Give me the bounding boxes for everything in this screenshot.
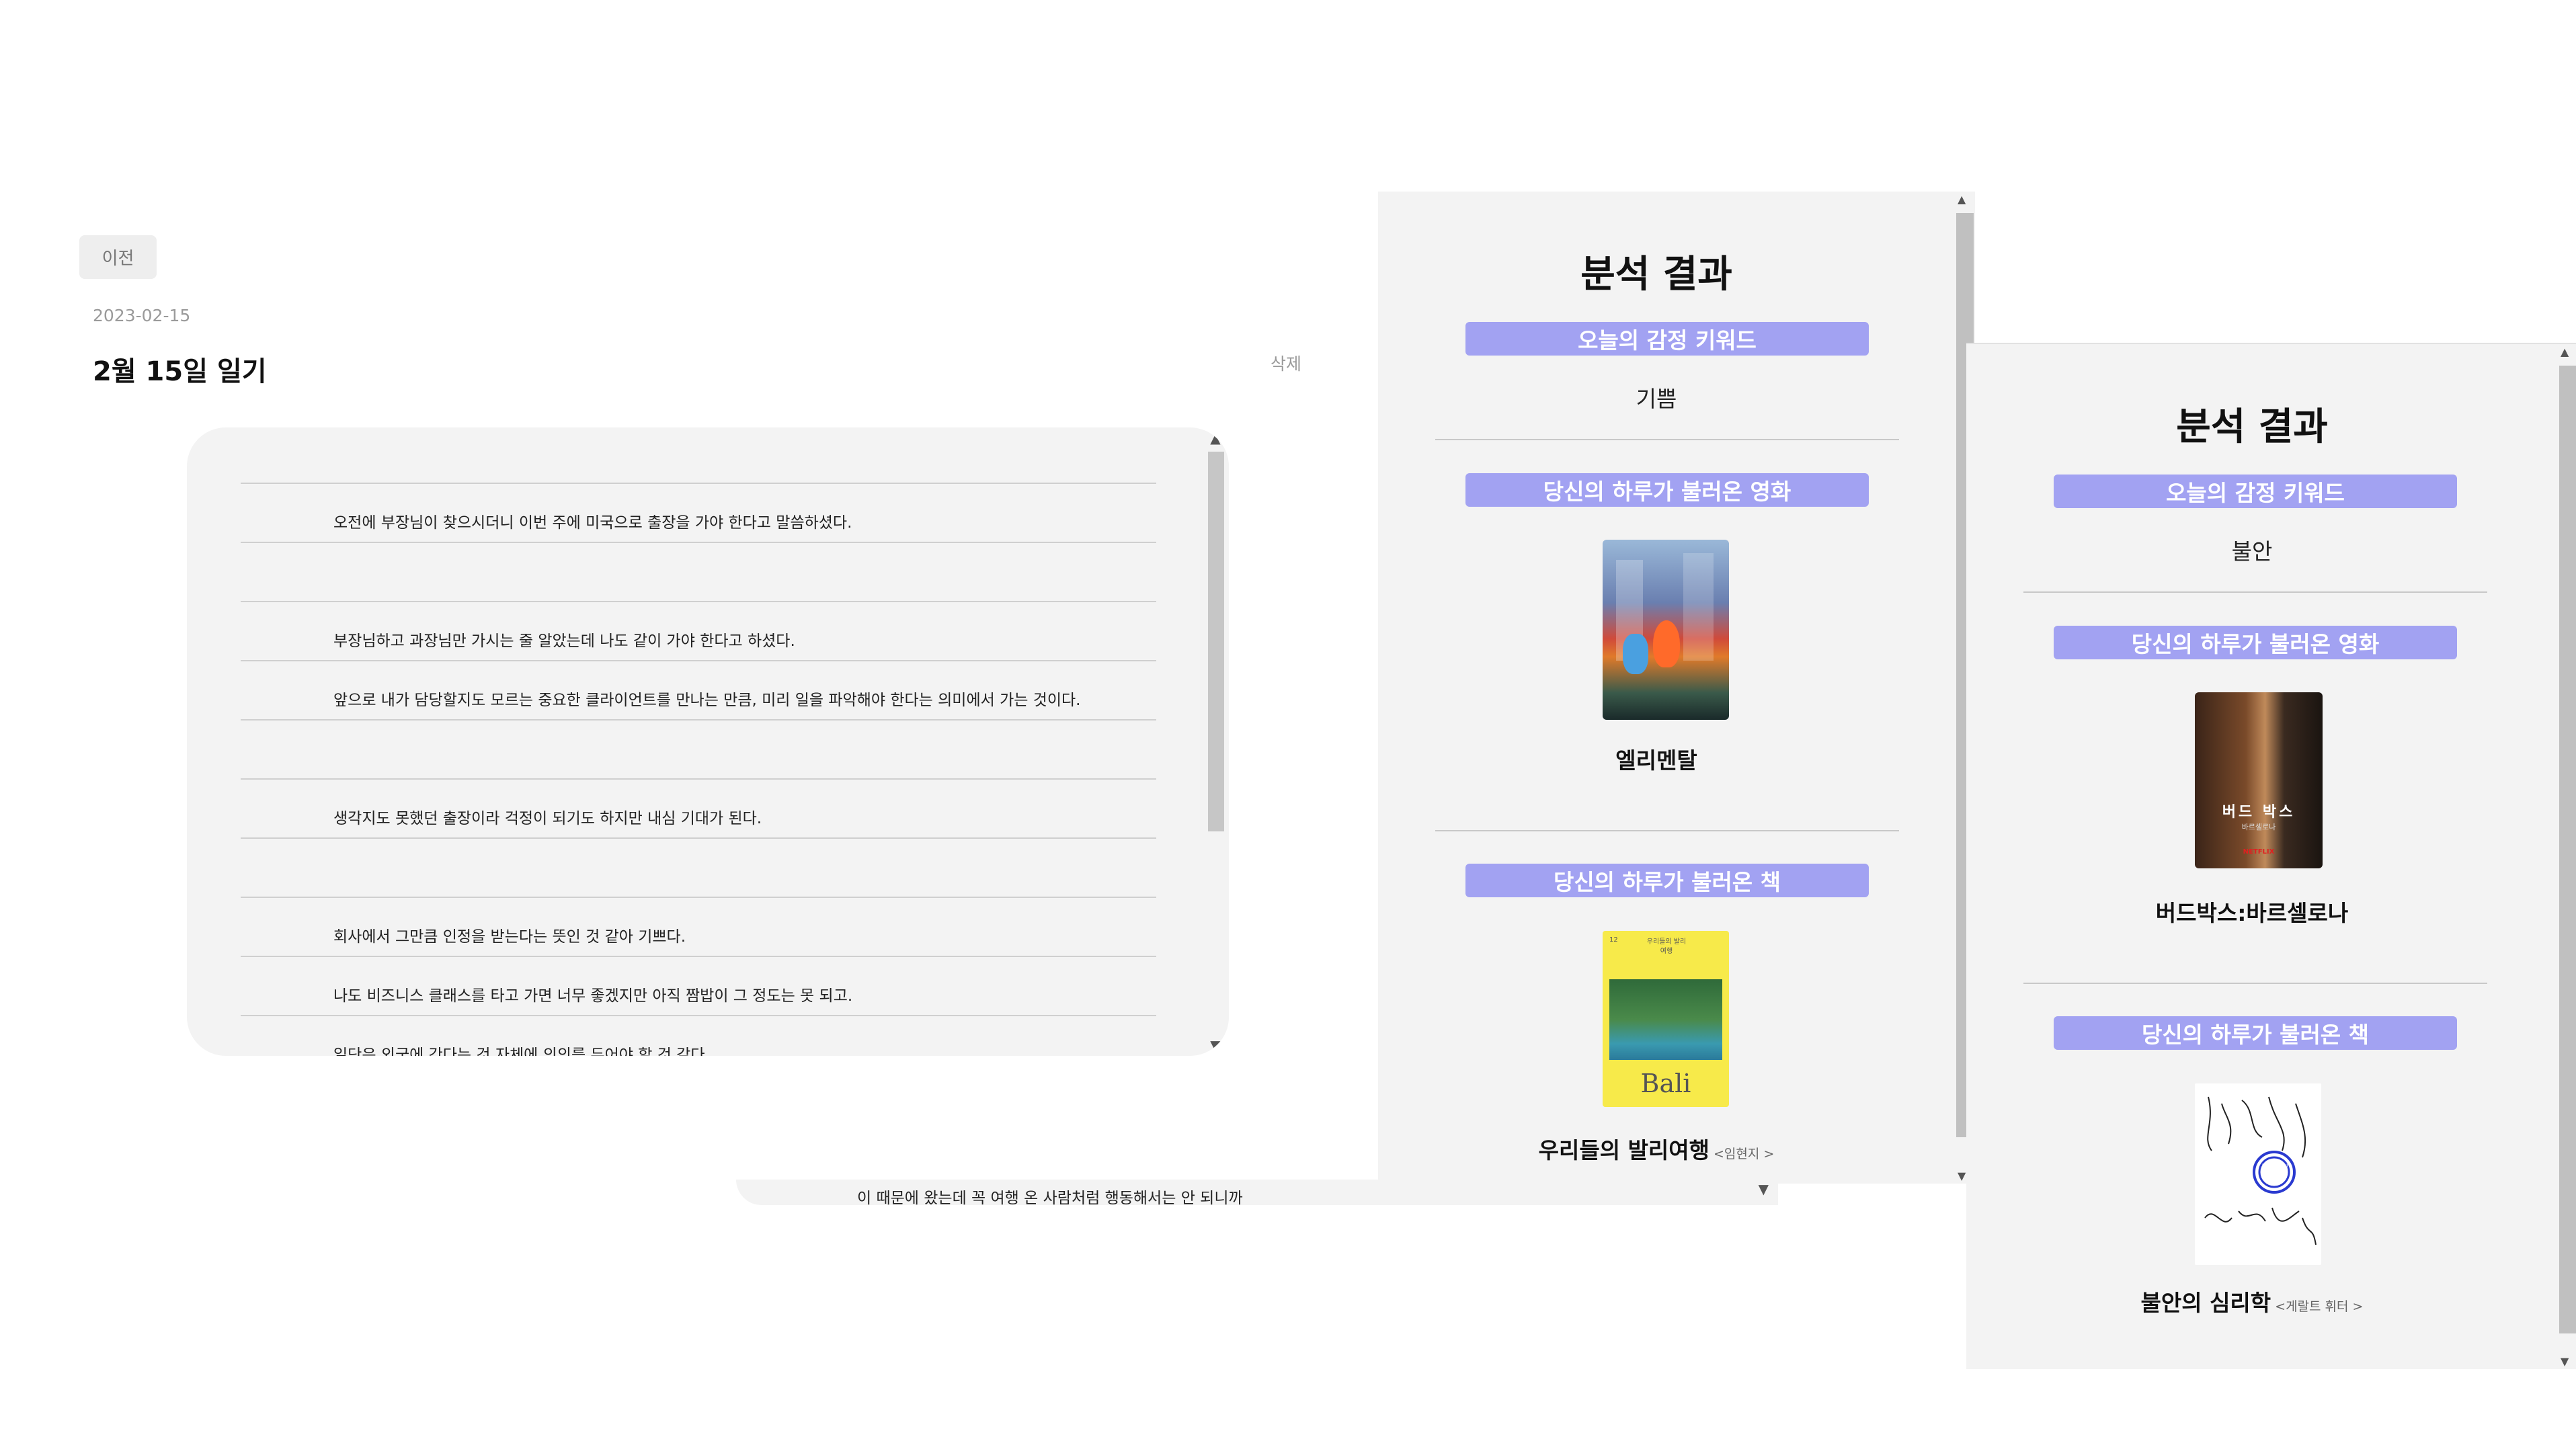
diary-line: 부장님하고 과장님만 가시는 줄 알았는데 나도 같이 가야 한다고 하셨다. [241, 601, 1156, 660]
scroll-down-arrow-icon[interactable]: ▼ [2561, 1355, 2569, 1368]
diary-line: 일단은 외국에 간다는 것 자체에 의의를 두어야 할 것 같다. [241, 1015, 1156, 1056]
prev-button[interactable]: 이전 [79, 235, 157, 279]
diary-line-text: 일단은 외국에 간다는 것 자체에 의의를 두어야 할 것 같다. [333, 1046, 710, 1056]
analysis-panel-joy: 분석 결과 오늘의 감정 키워드 기쁨 당신의 하루가 불러온 영화 엘리멘탈 … [1378, 192, 1975, 1184]
scroll-down-arrow-icon[interactable]: ▼ [1958, 1169, 1966, 1182]
emotion-keyword: 불안 [2231, 538, 2273, 565]
book-cover-bali[interactable]: 12 우리들의 발리 여행 Bali [1603, 931, 1729, 1107]
analysis-panel-anxiety: 분석 결과 오늘의 감정 키워드 불안 당신의 하루가 불러온 영화 버드 박스… [1966, 343, 2576, 1369]
movie-poster-elemental[interactable] [1603, 540, 1729, 720]
poster-fire-character [1653, 620, 1680, 667]
divider [2023, 983, 2487, 984]
diary-line [241, 542, 1156, 601]
movie-badge: 당신의 하루가 불러온 영화 [1465, 473, 1869, 507]
book-author: <게랄트 휘터 > [2275, 1299, 2364, 1314]
poster-title-text: 버드 박스 [2222, 804, 2296, 821]
diary-date: 2023-02-15 [93, 306, 191, 325]
scroll-up-arrow-icon[interactable]: ▲ [1207, 430, 1223, 446]
keyword-badge: 오늘의 감정 키워드 [2054, 475, 2457, 508]
scroll-thumb[interactable] [1208, 452, 1224, 831]
movie-title[interactable]: 버드박스:바르셀로나 [1966, 895, 2558, 928]
divider [1435, 439, 1899, 440]
diary-line-text: 앞으로 내가 담당할지도 모르는 중요한 클라이언트를 만나는 만큼, 미리 일… [333, 692, 1081, 709]
poster-building [1683, 553, 1714, 661]
diary-line-text: 회사에서 그만큼 인정을 받는다는 뜻인 것 같아 기쁘다. [333, 928, 686, 946]
panel-title: 분석 결과 [2176, 405, 2328, 449]
diary-lines: 오전에 부장님이 찾으시더니 이번 주에 미국으로 출장을 가야 한다고 말씀하… [241, 483, 1156, 1056]
diary-line: 나도 비즈니스 클래스를 타고 가면 너무 좋겠지만 아직 짬밥이 그 정도는 … [241, 956, 1156, 1015]
book-cover-title: 불안의 심리학 [2261, 1164, 2288, 1180]
movie-title[interactable]: 엘리멘탈 [1378, 743, 1955, 775]
diary-title: 2월 15일 일기 [93, 356, 267, 387]
book-cover-calligraphy [2204, 1096, 2317, 1245]
emotion-keyword: 기쁨 [1636, 386, 1677, 412]
diary-content-card: 오전에 부장님이 찾으시더니 이번 주에 미국으로 출장을 가야 한다고 말씀하… [187, 427, 1229, 1056]
book-title: 우리들의 발리여행 [1538, 1137, 1710, 1163]
poster-water-character [1623, 634, 1648, 674]
book-cover-anxiety[interactable]: 불안의 심리학 [2195, 1083, 2321, 1265]
panel-scrollbar[interactable]: ▲ ▼ [2557, 344, 2576, 1369]
diary-line [241, 719, 1156, 778]
diary-line: 오전에 부장님이 찾으시더니 이번 주에 미국으로 출장을 가야 한다고 말씀하… [241, 483, 1156, 542]
diary-line-text: 나도 비즈니스 클래스를 타고 가면 너무 좋겠지만 아직 짬밥이 그 정도는 … [333, 987, 853, 1005]
divider [1435, 830, 1899, 831]
divider [2023, 591, 2487, 593]
book-cover-number: 12 [1609, 936, 1618, 944]
diary-line-text: 생각지도 못했던 출장이라 걱정이 되기도 하지만 내심 기대가 된다. [333, 810, 762, 827]
book-cover-photo [1609, 979, 1722, 1060]
diary-line: 생각지도 못했던 출장이라 걱정이 되기도 하지만 내심 기대가 된다. [241, 778, 1156, 837]
diary-line: 앞으로 내가 담당할지도 모르는 중요한 클라이언트를 만나는 만큼, 미리 일… [241, 660, 1156, 719]
scroll-down-arrow-icon[interactable]: ▼ [1207, 1037, 1223, 1053]
book-title-row[interactable]: 우리들의 발리여행 <임현지 > [1378, 1133, 1955, 1165]
panel-title: 분석 결과 [1580, 253, 1732, 296]
book-badge: 당신의 하루가 불러온 책 [1465, 864, 1869, 897]
book-title: 불안의 심리학 [2140, 1290, 2271, 1316]
netflix-logo: NETFLIX [2243, 848, 2275, 856]
diary-line-text: 오전에 부장님이 찾으시더니 이번 주에 미국으로 출장을 가야 한다고 말씀하… [333, 514, 852, 532]
scroll-up-arrow-icon[interactable]: ▲ [1958, 193, 1966, 206]
diary-line: 회사에서 그만큼 인정을 받는다는 뜻인 것 같아 기쁘다. [241, 897, 1156, 956]
diary-line-text: 이 때문에 왔는데 꼭 여행 온 사람처럼 행동해서는 안 되니까 [857, 1190, 1243, 1205]
poster-subtitle-text: 바르셀로나 [2241, 823, 2276, 831]
book-title-row[interactable]: 불안의 심리학 <게랄트 휘터 > [1966, 1285, 2558, 1317]
book-badge: 당신의 하루가 불러온 책 [2054, 1016, 2457, 1050]
movie-badge: 당신의 하루가 불러온 영화 [2054, 626, 2457, 659]
scroll-thumb[interactable] [2559, 366, 2576, 1333]
diary-scrollbar[interactable]: ▲ ▼ [1205, 427, 1229, 1056]
movie-poster-birdbox[interactable]: 버드 박스 바르셀로나 NETFLIX [2195, 692, 2323, 868]
book-author: <임현지 > [1714, 1147, 1775, 1161]
keyword-badge: 오늘의 감정 키워드 [1465, 322, 1869, 356]
book-cover-text: Bali [1640, 1069, 1691, 1098]
book-cover-title: 우리들의 발리 여행 [1646, 938, 1687, 955]
scroll-up-arrow-icon[interactable]: ▲ [2561, 345, 2569, 358]
diary-line-text: 부장님하고 과장님만 가시는 줄 알았는데 나도 같이 가야 한다고 하셨다. [333, 632, 795, 650]
diary-line [241, 837, 1156, 897]
delete-button[interactable]: 삭제 [1271, 351, 1301, 375]
